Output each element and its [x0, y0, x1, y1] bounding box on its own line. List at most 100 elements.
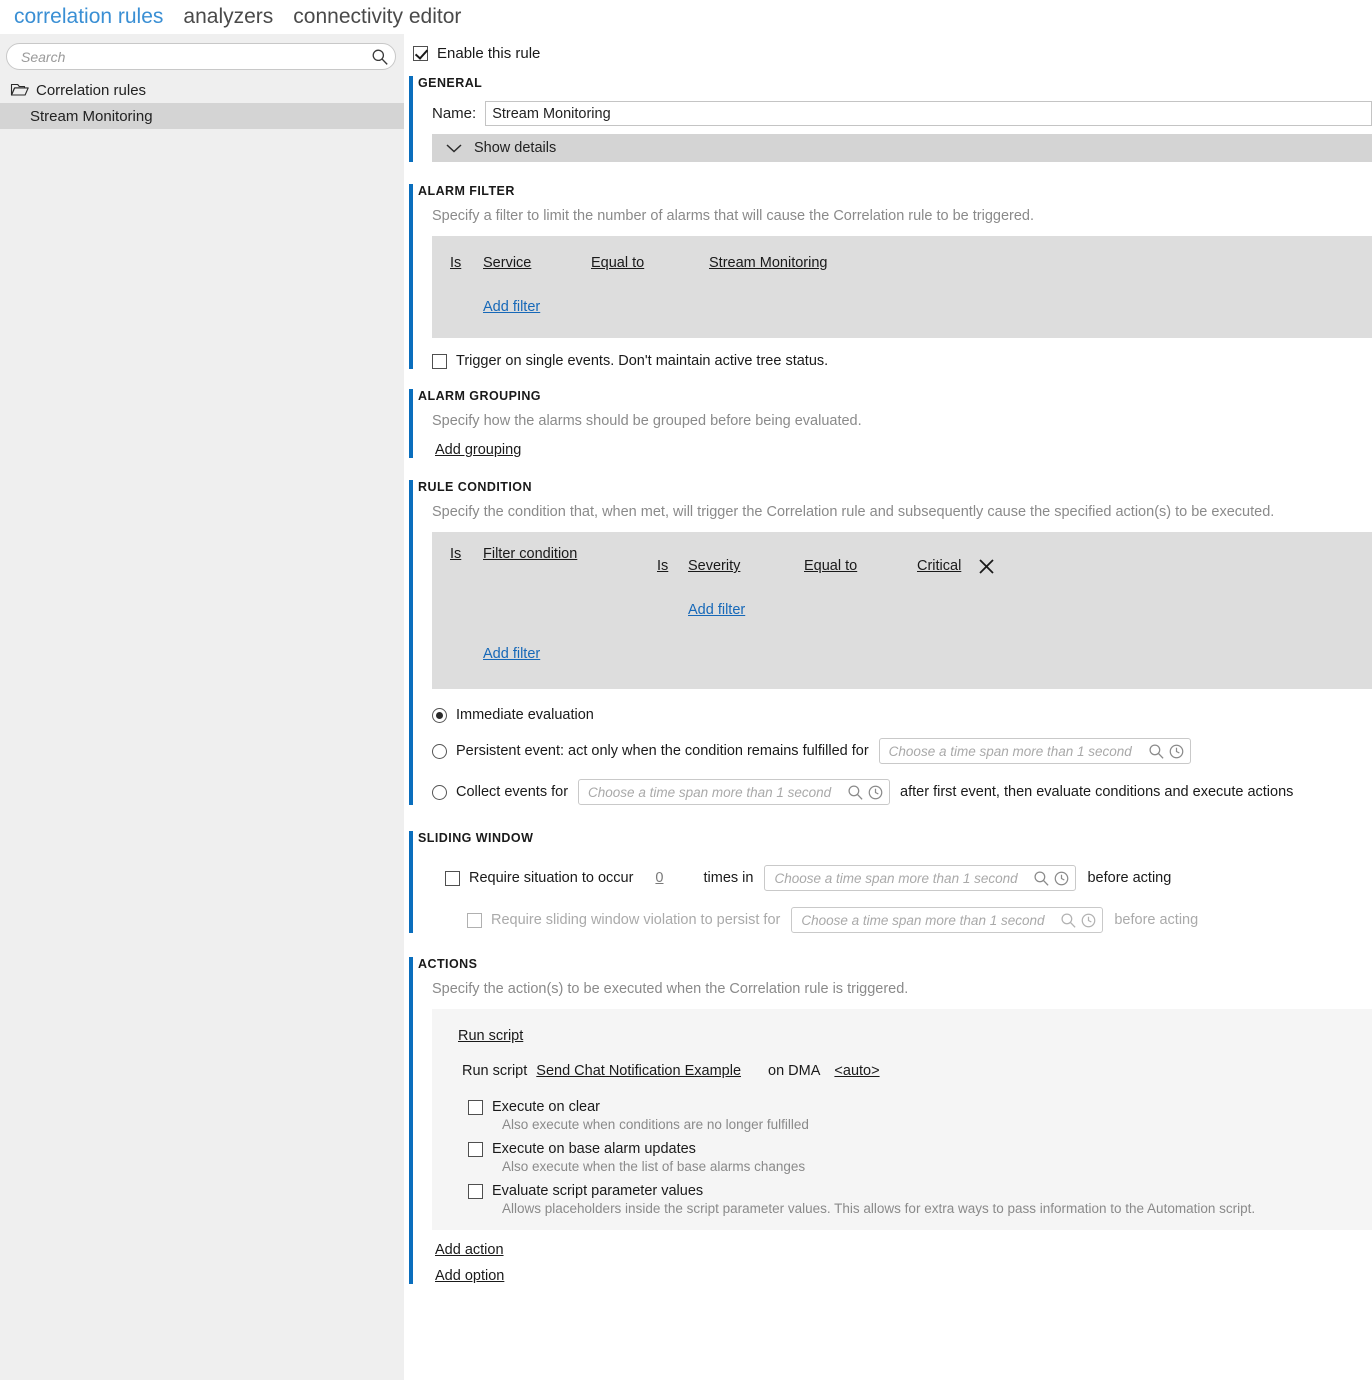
inner-is-token[interactable]: Is [657, 558, 688, 574]
clock-icon[interactable] [867, 784, 884, 801]
name-input[interactable] [485, 101, 1372, 126]
close-icon[interactable] [978, 558, 995, 575]
search-icon[interactable] [1060, 912, 1077, 929]
outer-add-filter-link[interactable]: Add filter [483, 646, 540, 662]
section-title-general: GENERAL [418, 76, 483, 90]
add-filter-link[interactable]: Add filter [483, 299, 540, 315]
evaluate-script-parameter-values-description: Allows placeholders inside the script pa… [502, 1201, 1256, 1216]
collect-timespan-placeholder: Choose a time span more than 1 second [588, 784, 832, 800]
add-action-row: Add action [435, 1242, 1372, 1258]
search-icon[interactable] [847, 784, 864, 801]
top-tab-bar: correlation rules analyzers connectivity… [0, 0, 1372, 34]
evaluation-persistent-row[interactable]: Persistent event: act only when the cond… [432, 738, 1372, 764]
require-occurrence-suffix: before acting [1087, 870, 1172, 886]
search-box[interactable] [6, 43, 396, 70]
filter-field-token[interactable]: Service [483, 255, 591, 271]
evaluate-script-parameter-values-checkbox[interactable] [468, 1183, 483, 1199]
tab-connectivity-editor[interactable]: connectivity editor [283, 2, 471, 32]
condition-is-token[interactable]: Is [450, 545, 483, 562]
enable-rule-checkbox[interactable] [413, 46, 428, 61]
require-persist-row[interactable]: Require sliding window violation to pers… [467, 907, 1372, 933]
require-occurrence-row[interactable]: Require situation to occur 0 times in Ch… [445, 865, 1372, 891]
tree-item-label: Stream Monitoring [30, 107, 153, 125]
folder-open-icon [10, 83, 29, 96]
persist-timespan-input[interactable]: Choose a time span more than 1 second [791, 907, 1104, 933]
search-icon[interactable] [1033, 870, 1050, 887]
trigger-single-events-row[interactable]: Trigger on single events. Don't maintain… [432, 353, 1372, 369]
tab-correlation-rules[interactable]: correlation rules [4, 2, 173, 32]
evaluate-script-parameter-values-row[interactable]: Evaluate script parameter values [432, 1183, 1372, 1199]
require-occurrence-checkbox[interactable] [445, 870, 460, 886]
actions-option-execute-on-base-alarm-updates: Execute on base alarm updates Also execu… [432, 1141, 1372, 1174]
search-icon[interactable] [1148, 743, 1165, 760]
execute-on-base-alarm-updates-row[interactable]: Execute on base alarm updates [432, 1141, 1372, 1157]
section-sliding-window: SLIDING WINDOW Require situation to occu… [405, 831, 1372, 933]
search-icon[interactable] [371, 48, 389, 66]
run-script-name[interactable]: Send Chat Notification Example [536, 1063, 741, 1079]
actions-description: Specify the action(s) to be executed whe… [432, 981, 909, 997]
section-title-alarm-filter: ALARM FILTER [418, 184, 515, 198]
condition-field-token[interactable]: Filter condition [483, 545, 657, 562]
evaluation-collect-row[interactable]: Collect events for Choose a time span mo… [432, 779, 1372, 805]
persistent-timespan-placeholder: Choose a time span more than 1 second [888, 743, 1132, 759]
require-persist-checkbox[interactable] [467, 912, 482, 928]
section-rule-condition: RULE CONDITION Specify the condition tha… [405, 480, 1372, 805]
execute-on-clear-description: Also execute when conditions are no long… [502, 1117, 809, 1132]
tree-item-stream-monitoring[interactable]: Stream Monitoring [0, 103, 404, 129]
show-details-toggle[interactable]: Show details [432, 134, 1372, 162]
persistent-timespan-input[interactable]: Choose a time span more than 1 second [878, 738, 1191, 764]
section-alarm-grouping: ALARM GROUPING Specify how the alarms sh… [405, 389, 1372, 458]
clock-icon[interactable] [1080, 912, 1097, 929]
filter-operator-token[interactable]: Equal to [591, 255, 709, 271]
add-option-link[interactable]: Add option [435, 1268, 504, 1284]
enable-rule-label: Enable this rule [437, 45, 541, 62]
trigger-single-events-label: Trigger on single events. Don't maintain… [456, 353, 829, 369]
inner-add-filter-link[interactable]: Add filter [688, 602, 745, 618]
require-persist-prefix: Require sliding window violation to pers… [491, 912, 781, 928]
search-input[interactable] [19, 47, 371, 66]
execute-on-clear-label: Execute on clear [492, 1099, 601, 1115]
rule-condition-inner-row: Is Severity Equal to Critical [657, 553, 995, 579]
collect-timespan-input[interactable]: Choose a time span more than 1 second [578, 779, 891, 805]
add-action-link[interactable]: Add action [435, 1242, 504, 1258]
occurrence-timespan-input[interactable]: Choose a time span more than 1 second [764, 865, 1077, 891]
enable-rule-row[interactable]: Enable this rule [405, 34, 1372, 62]
evaluation-persistent-label: Persistent event: act only when the cond… [456, 743, 869, 759]
evaluation-collect-radio[interactable] [432, 784, 447, 800]
occurrence-count-value[interactable]: 0 [655, 870, 663, 886]
alarm-filter-description: Specify a filter to limit the number of … [432, 208, 1035, 224]
tab-analyzers[interactable]: analyzers [173, 2, 283, 32]
rule-condition-outer-add-row: Add filter [432, 641, 1372, 667]
require-occurrence-prefix: Require situation to occur [469, 870, 634, 886]
main-split: Correlation rules Stream Monitoring Enab… [0, 34, 1372, 1380]
alarm-filter-add-row: Add filter [432, 294, 1372, 320]
clock-icon[interactable] [1053, 870, 1070, 887]
persist-timespan-placeholder: Choose a time span more than 1 second [801, 912, 1045, 928]
inner-value-token[interactable]: Critical [917, 558, 978, 574]
evaluation-immediate-radio[interactable] [432, 707, 447, 723]
evaluation-collect-suffix: after first event, then evaluate conditi… [900, 784, 1294, 800]
evaluation-persistent-radio[interactable] [432, 743, 447, 759]
run-script-row: Run script Send Chat Notification Exampl… [432, 1058, 1372, 1084]
filter-is-token[interactable]: Is [450, 255, 483, 271]
evaluation-immediate-row[interactable]: Immediate evaluation [432, 707, 1372, 723]
execute-on-clear-row[interactable]: Execute on clear [432, 1099, 1372, 1115]
execute-on-base-alarm-updates-checkbox[interactable] [468, 1141, 483, 1157]
add-grouping-link[interactable]: Add grouping [435, 442, 521, 458]
filter-value-token[interactable]: Stream Monitoring [709, 255, 827, 271]
run-script-header-link[interactable]: Run script [458, 1028, 523, 1044]
trigger-single-events-checkbox[interactable] [432, 353, 447, 369]
rule-condition-panel: Is Filter condition Is Severity Equal to… [432, 532, 1372, 689]
evaluate-script-parameter-values-label: Evaluate script parameter values [492, 1183, 704, 1199]
run-script-dma-value[interactable]: <auto> [834, 1063, 879, 1079]
execute-on-clear-checkbox[interactable] [468, 1099, 483, 1115]
inner-operator-token[interactable]: Equal to [804, 558, 917, 574]
tree-item-correlation-rules[interactable]: Correlation rules [0, 77, 404, 103]
execute-on-base-alarm-updates-label: Execute on base alarm updates [492, 1141, 696, 1157]
section-actions: ACTIONS Specify the action(s) to be exec… [405, 957, 1372, 1284]
clock-icon[interactable] [1168, 743, 1185, 760]
add-grouping-row: Add grouping [435, 442, 1372, 458]
inner-field-token[interactable]: Severity [688, 558, 804, 574]
section-title-alarm-grouping: ALARM GROUPING [418, 389, 541, 403]
add-option-row: Add option [435, 1268, 1372, 1284]
